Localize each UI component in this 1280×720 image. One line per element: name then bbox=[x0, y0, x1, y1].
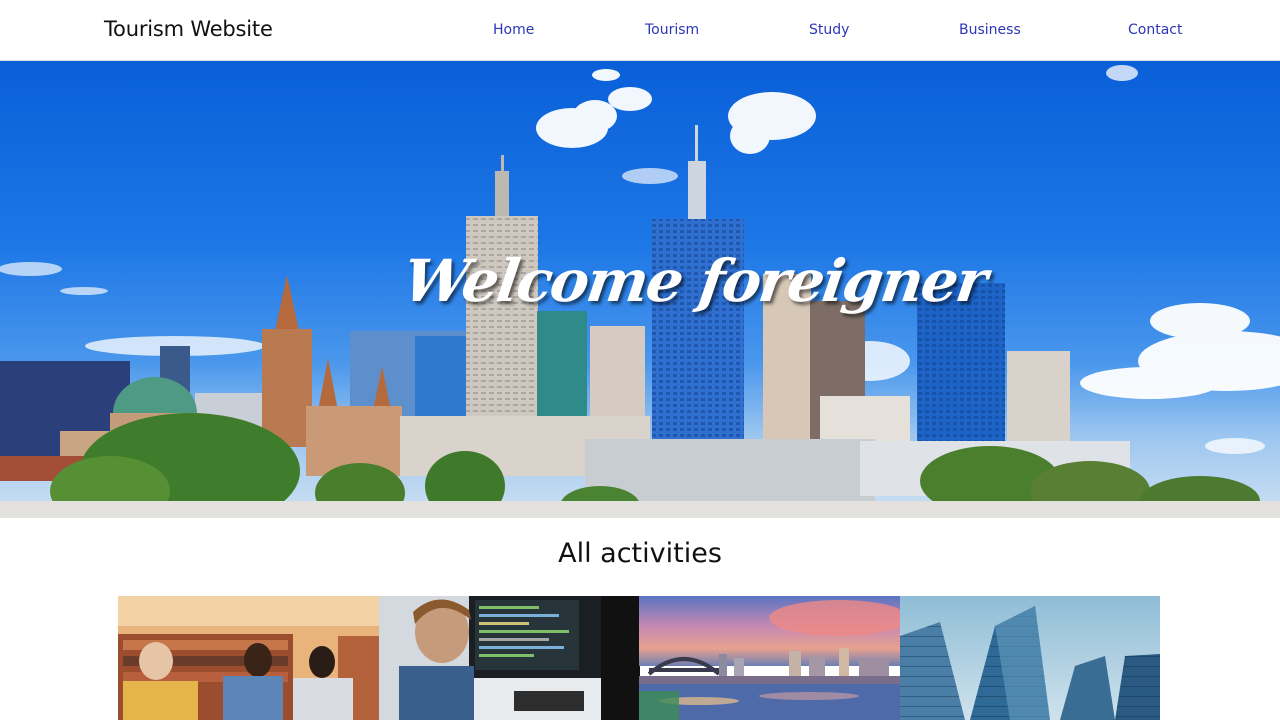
nav-link-study[interactable]: Study bbox=[809, 22, 849, 38]
glass-skyscrapers-image bbox=[900, 596, 1160, 720]
top-navbar: Tourism Website Home Tourism Study Busin… bbox=[0, 0, 1280, 61]
programmer-monitor-image bbox=[379, 596, 640, 720]
library-students-image bbox=[118, 596, 379, 720]
nav-link-contact[interactable]: Contact bbox=[1128, 22, 1182, 38]
site-brand[interactable]: Tourism Website bbox=[104, 17, 273, 41]
activities-heading: All activities bbox=[558, 538, 722, 569]
harbour-bridge-image bbox=[639, 596, 900, 720]
activity-card-study[interactable] bbox=[118, 596, 379, 720]
hero-title: Welcome foreigner bbox=[399, 247, 990, 315]
activity-card-tourism[interactable] bbox=[639, 596, 900, 720]
nav-link-home[interactable]: Home bbox=[493, 22, 534, 38]
nav-link-business[interactable]: Business bbox=[959, 22, 1021, 38]
activity-card-contact[interactable] bbox=[900, 596, 1161, 720]
activity-card-business[interactable] bbox=[379, 596, 640, 720]
hero-banner: Welcome foreigner bbox=[0, 61, 1280, 518]
nav-link-tourism[interactable]: Tourism bbox=[645, 22, 699, 38]
